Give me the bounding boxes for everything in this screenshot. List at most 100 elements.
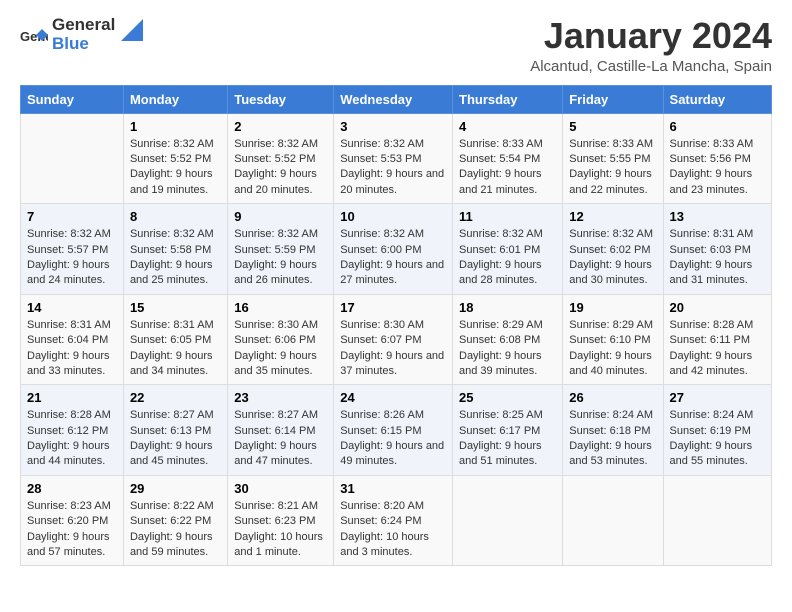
day-info: Sunrise: 8:32 AMSunset: 6:01 PMDaylight:… [459, 227, 556, 289]
day-info: Sunrise: 8:26 AMSunset: 6:15 PMDaylight:… [340, 408, 446, 470]
main-title: January 2024 [530, 16, 772, 56]
sunset-text: Sunset: 6:05 PM [130, 333, 221, 348]
calendar-week-row: 7Sunrise: 8:32 AMSunset: 5:57 PMDaylight… [21, 204, 772, 295]
sunset-text: Sunset: 6:04 PM [27, 333, 117, 348]
day-number: 23 [234, 390, 327, 405]
daylight-text: Daylight: 10 hours and 3 minutes. [340, 530, 446, 561]
sunrise-text: Sunrise: 8:33 AM [459, 137, 556, 152]
day-info: Sunrise: 8:21 AMSunset: 6:23 PMDaylight:… [234, 499, 327, 561]
day-info: Sunrise: 8:28 AMSunset: 6:11 PMDaylight:… [670, 318, 765, 380]
day-number: 31 [340, 481, 446, 496]
daylight-text: Daylight: 9 hours and 37 minutes. [340, 349, 446, 380]
day-number: 26 [569, 390, 656, 405]
day-number: 21 [27, 390, 117, 405]
sunset-text: Sunset: 5:53 PM [340, 152, 446, 167]
sunrise-text: Sunrise: 8:28 AM [27, 408, 117, 423]
sunrise-text: Sunrise: 8:32 AM [130, 227, 221, 242]
sunset-text: Sunset: 6:12 PM [27, 424, 117, 439]
day-info: Sunrise: 8:32 AMSunset: 5:57 PMDaylight:… [27, 227, 117, 289]
header-tuesday: Tuesday [228, 85, 334, 113]
sunrise-text: Sunrise: 8:32 AM [340, 227, 446, 242]
calendar-cell: 27 Sunrise: 8:24 AMSunset: 6:19 PMDayligh… [663, 385, 771, 476]
day-number: 22 [130, 390, 221, 405]
day-number: 18 [459, 300, 556, 315]
title-section: January 2024 Alcantud, Castille-La Manch… [530, 16, 772, 75]
daylight-text: Daylight: 10 hours and 1 minute. [234, 530, 327, 561]
day-number: 29 [130, 481, 221, 496]
daylight-text: Daylight: 9 hours and 51 minutes. [459, 439, 556, 470]
day-number: 25 [459, 390, 556, 405]
calendar-cell: 7Sunrise: 8:32 AMSunset: 5:57 PMDaylight… [21, 204, 124, 295]
calendar-cell [453, 475, 563, 566]
day-info: Sunrise: 8:31 AMSunset: 6:03 PMDaylight:… [670, 227, 765, 289]
sunset-text: Sunset: 6:18 PM [569, 424, 656, 439]
calendar-cell [563, 475, 663, 566]
sunrise-text: Sunrise: 8:31 AM [670, 227, 765, 242]
day-info: Sunrise: 8:24 AMSunset: 6:19 PMDaylight:… [670, 408, 765, 470]
sunrise-text: Sunrise: 8:30 AM [340, 318, 446, 333]
day-info: Sunrise: 8:30 AMSunset: 6:06 PMDaylight:… [234, 318, 327, 380]
calendar-cell: 6Sunrise: 8:33 AMSunset: 5:56 PMDaylight… [663, 113, 771, 204]
sunrise-text: Sunrise: 8:32 AM [27, 227, 117, 242]
daylight-text: Daylight: 9 hours and 28 minutes. [459, 258, 556, 289]
calendar-cell: 30 Sunrise: 8:21 AMSunset: 6:23 PMDayligh… [228, 475, 334, 566]
day-info: Sunrise: 8:30 AMSunset: 6:07 PMDaylight:… [340, 318, 446, 380]
sunrise-text: Sunrise: 8:30 AM [234, 318, 327, 333]
daylight-text: Daylight: 9 hours and 39 minutes. [459, 349, 556, 380]
calendar-cell: 21 Sunrise: 8:28 AMSunset: 6:12 PMDayligh… [21, 385, 124, 476]
daylight-text: Daylight: 9 hours and 53 minutes. [569, 439, 656, 470]
calendar-cell: 22Sunrise: 8:27 AMSunset: 6:13 PMDayligh… [123, 385, 227, 476]
sunrise-text: Sunrise: 8:20 AM [340, 499, 446, 514]
calendar-cell: 28Sunrise: 8:23 AMSunset: 6:20 PMDayligh… [21, 475, 124, 566]
calendar-cell [663, 475, 771, 566]
day-info: Sunrise: 8:28 AMSunset: 6:12 PMDaylight:… [27, 408, 117, 470]
day-info: Sunrise: 8:32 AMSunset: 5:53 PMDaylight:… [340, 137, 446, 199]
sunrise-text: Sunrise: 8:21 AM [234, 499, 327, 514]
sunrise-text: Sunrise: 8:32 AM [234, 137, 327, 152]
daylight-text: Daylight: 9 hours and 20 minutes. [340, 167, 446, 198]
day-number: 5 [569, 119, 656, 134]
day-number: 16 [234, 300, 327, 315]
sunrise-text: Sunrise: 8:33 AM [569, 137, 656, 152]
day-info: Sunrise: 8:22 AMSunset: 6:22 PMDaylight:… [130, 499, 221, 561]
daylight-text: Daylight: 9 hours and 22 minutes. [569, 167, 656, 198]
daylight-text: Daylight: 9 hours and 30 minutes. [569, 258, 656, 289]
calendar-cell: 1Sunrise: 8:32 AMSunset: 5:52 PMDaylight… [123, 113, 227, 204]
calendar-cell: 14Sunrise: 8:31 AMSunset: 6:04 PMDayligh… [21, 294, 124, 385]
sunrise-text: Sunrise: 8:32 AM [130, 137, 221, 152]
daylight-text: Daylight: 9 hours and 24 minutes. [27, 258, 117, 289]
sunset-text: Sunset: 5:58 PM [130, 243, 221, 258]
sunrise-text: Sunrise: 8:22 AM [130, 499, 221, 514]
day-number: 27 [670, 390, 765, 405]
sunrise-text: Sunrise: 8:32 AM [234, 227, 327, 242]
sunset-text: Sunset: 6:02 PM [569, 243, 656, 258]
day-number: 30 [234, 481, 327, 496]
sunset-text: Sunset: 6:15 PM [340, 424, 446, 439]
day-number: 19 [569, 300, 656, 315]
calendar-table: SundayMondayTuesdayWednesdayThursdayFrid… [20, 85, 772, 567]
daylight-text: Daylight: 9 hours and 40 minutes. [569, 349, 656, 380]
calendar-cell: 9Sunrise: 8:32 AMSunset: 5:59 PMDaylight… [228, 204, 334, 295]
daylight-text: Daylight: 9 hours and 45 minutes. [130, 439, 221, 470]
sunset-text: Sunset: 6:23 PM [234, 514, 327, 529]
calendar-cell: 20Sunrise: 8:28 AMSunset: 6:11 PMDayligh… [663, 294, 771, 385]
day-number: 14 [27, 300, 117, 315]
daylight-text: Daylight: 9 hours and 20 minutes. [234, 167, 327, 198]
sunset-text: Sunset: 6:17 PM [459, 424, 556, 439]
day-info: Sunrise: 8:20 AMSunset: 6:24 PMDaylight:… [340, 499, 446, 561]
day-info: Sunrise: 8:23 AMSunset: 6:20 PMDaylight:… [27, 499, 117, 561]
calendar-cell: 17Sunrise: 8:30 AMSunset: 6:07 PMDayligh… [334, 294, 453, 385]
calendar-week-row: 1Sunrise: 8:32 AMSunset: 5:52 PMDaylight… [21, 113, 772, 204]
calendar-header-row: SundayMondayTuesdayWednesdayThursdayFrid… [21, 85, 772, 113]
day-info: Sunrise: 8:32 AMSunset: 6:02 PMDaylight:… [569, 227, 656, 289]
day-number: 1 [130, 119, 221, 134]
sunset-text: Sunset: 5:57 PM [27, 243, 117, 258]
calendar-cell: 16 Sunrise: 8:30 AMSunset: 6:06 PMDayligh… [228, 294, 334, 385]
sunrise-text: Sunrise: 8:24 AM [670, 408, 765, 423]
calendar-week-row: 28Sunrise: 8:23 AMSunset: 6:20 PMDayligh… [21, 475, 772, 566]
daylight-text: Daylight: 9 hours and 47 minutes. [234, 439, 327, 470]
sunset-text: Sunset: 6:06 PM [234, 333, 327, 348]
daylight-text: Daylight: 9 hours and 23 minutes. [670, 167, 765, 198]
daylight-text: Daylight: 9 hours and 57 minutes. [27, 530, 117, 561]
day-number: 12 [569, 209, 656, 224]
